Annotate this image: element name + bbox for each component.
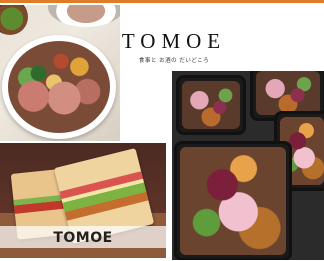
sandwich-photo: TOMOE [0, 143, 166, 258]
bento-box [174, 141, 292, 260]
brand-tagline: 食事と お酒の だいどころ [138, 58, 210, 64]
bento-box [176, 75, 246, 135]
accent-bar [0, 0, 324, 3]
photo-watermark: TOMOE [53, 230, 113, 246]
brand-name: TOMOE [121, 29, 227, 53]
bento-boxes-photo [172, 71, 324, 260]
roast-beef-bowl-food [8, 41, 110, 133]
brand-logo: TOMOE 食事と お酒の だいどころ [120, 30, 228, 64]
bowl-photo [0, 5, 120, 141]
